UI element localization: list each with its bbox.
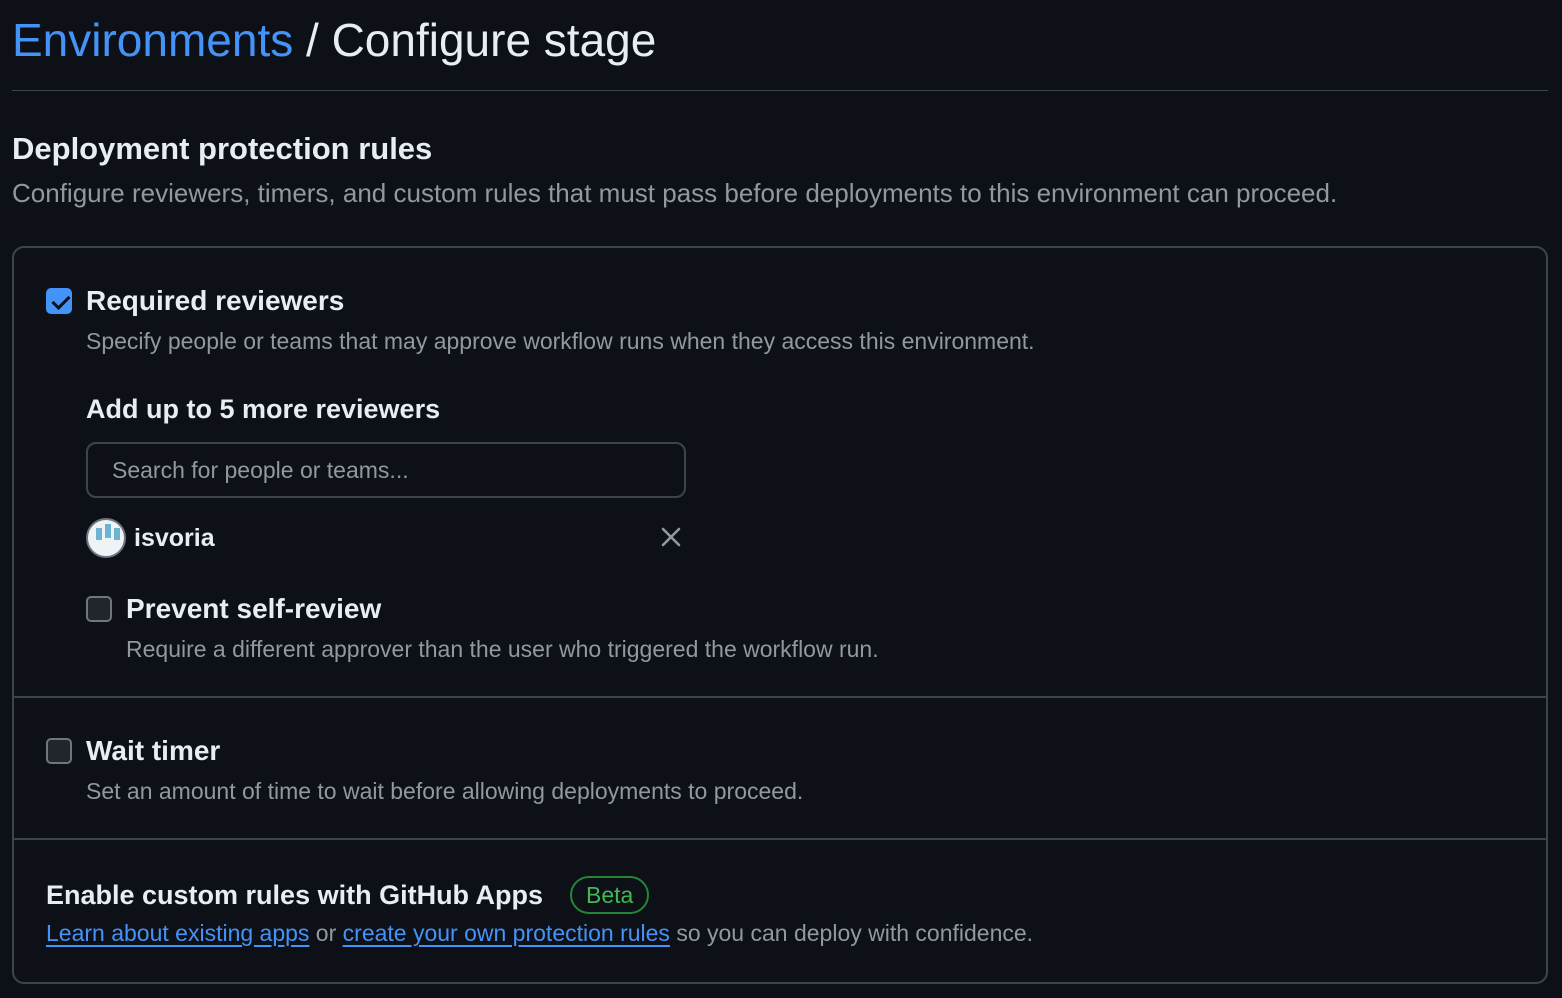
header-divider xyxy=(12,90,1548,91)
required-reviewers-label: Required reviewers xyxy=(86,285,345,316)
breadcrumb-environments-link[interactable]: Environments xyxy=(12,14,293,66)
wait-timer-description: Set an amount of time to wait before all… xyxy=(86,778,804,804)
prevent-self-review-label: Prevent self-review xyxy=(126,593,382,624)
row-divider xyxy=(14,838,1546,840)
wait-timer-label: Wait timer xyxy=(86,735,221,766)
learn-apps-link[interactable]: Learn about existing apps xyxy=(46,920,309,946)
row-divider xyxy=(14,696,1546,698)
breadcrumb-current: Configure stage xyxy=(331,14,657,66)
link-connector: or xyxy=(309,920,343,946)
section-description: Configure reviewers, timers, and custom … xyxy=(12,178,1338,208)
wait-timer-checkbox[interactable] xyxy=(46,738,72,764)
avatar xyxy=(86,518,126,558)
reviewer-search-input[interactable] xyxy=(86,442,686,498)
add-reviewers-label: Add up to 5 more reviewers xyxy=(86,394,441,424)
prevent-self-review-description: Require a different approver than the us… xyxy=(126,636,879,662)
required-reviewers-checkbox[interactable] xyxy=(46,288,72,314)
beta-badge: Beta xyxy=(570,876,650,914)
reviewer-name: isvoria xyxy=(134,524,215,552)
section-title: Deployment protection rules xyxy=(12,131,433,166)
required-reviewers-description: Specify people or teams that may approve… xyxy=(86,328,1035,354)
custom-rules-description: Learn about existing apps or create your… xyxy=(46,918,1033,948)
page-title: Environments / Configure stage xyxy=(12,12,656,68)
close-icon xyxy=(661,527,681,547)
custom-rules-title: Enable custom rules with GitHub Apps xyxy=(46,880,544,910)
breadcrumb-separator: / xyxy=(293,14,332,66)
page: Environments / Configure stage Deploymen… xyxy=(0,0,1562,998)
prevent-self-review-checkbox[interactable] xyxy=(86,596,112,622)
create-rules-link[interactable]: create your own protection rules xyxy=(343,920,670,946)
remove-reviewer-button[interactable] xyxy=(656,522,686,552)
custom-rules-suffix: so you can deploy with confidence. xyxy=(669,920,1034,946)
protection-rules-box: Required reviewers Specify people or tea… xyxy=(12,246,1548,984)
